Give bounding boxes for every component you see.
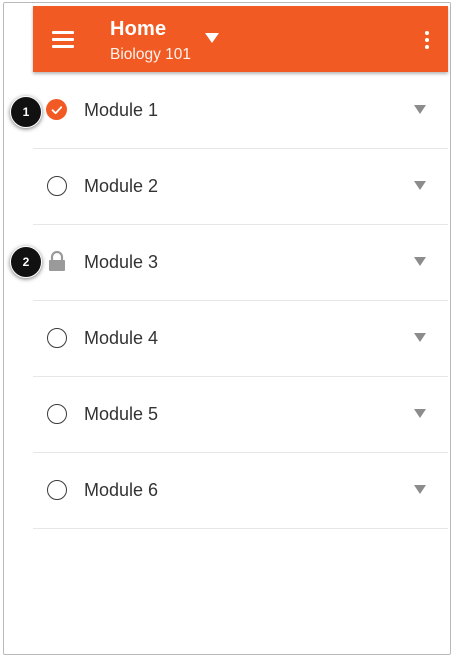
module-label: Module 5 (84, 404, 159, 424)
lock-icon (46, 250, 68, 273)
more-vertical-icon[interactable] (421, 30, 433, 52)
hamburger-menu-icon[interactable] (52, 28, 74, 48)
empty-circle-icon (46, 403, 68, 425)
app-bar: Home Biology 101 (33, 6, 448, 72)
empty-circle-icon (46, 327, 68, 349)
module-row[interactable]: Module 6 (33, 453, 448, 529)
module-label: Module 2 (84, 176, 159, 196)
empty-circle-icon (46, 175, 68, 197)
module-label: Module 4 (84, 328, 159, 348)
caret-down-icon[interactable] (414, 409, 426, 418)
caret-down-icon[interactable] (414, 181, 426, 190)
module-row[interactable]: Module 4 (33, 301, 448, 377)
module-row[interactable]: Module 5 (33, 377, 448, 453)
module-row[interactable]: Module 1 (33, 73, 448, 149)
module-row[interactable]: Module 2 (33, 149, 448, 225)
caret-down-icon[interactable] (414, 105, 426, 114)
module-label: Module 3 (84, 252, 159, 272)
callout-badge: 2 (10, 246, 42, 278)
caret-down-icon[interactable] (414, 257, 426, 266)
caret-down-icon[interactable] (414, 485, 426, 494)
module-row[interactable]: Module 3 (33, 225, 448, 301)
caret-down-icon[interactable] (414, 333, 426, 342)
empty-circle-icon (46, 479, 68, 501)
module-list: Module 1 Module 2 Module 3 Module 4 Modu… (33, 73, 448, 529)
caret-down-icon[interactable] (205, 33, 219, 43)
callout-badge: 1 (10, 96, 42, 128)
module-label: Module 1 (84, 100, 159, 120)
page-title: Home (110, 18, 167, 40)
course-name[interactable]: Biology 101 (110, 46, 191, 64)
module-label: Module 6 (84, 480, 159, 500)
checkmark-circle-icon (46, 99, 68, 121)
